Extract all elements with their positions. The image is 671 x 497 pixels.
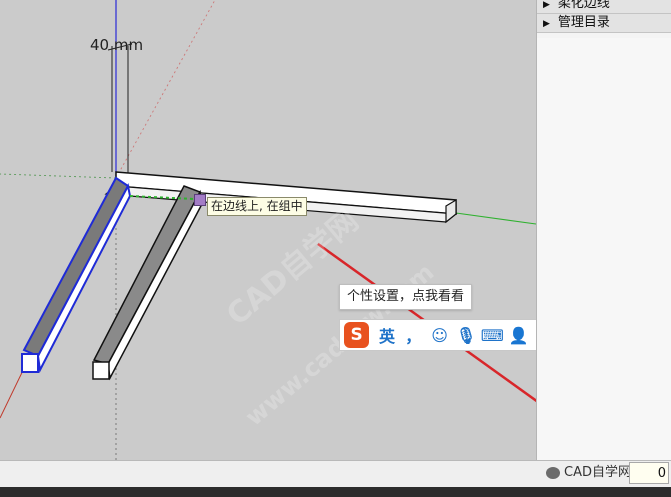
tray-body	[537, 38, 671, 460]
corner-watermark: CAD自学网	[546, 462, 631, 484]
user-icon[interactable]: 👤	[507, 323, 530, 347]
tray-item-label: 管理目录	[557, 15, 610, 30]
corner-watermark-text: CAD自学网	[564, 465, 631, 480]
language-toggle-icon[interactable]: 英	[375, 323, 398, 347]
red-axis-negative	[115, 0, 216, 179]
group-leg-end[interactable]	[92, 361, 110, 380]
snap-cursor-icon	[194, 194, 206, 206]
wechat-icon	[546, 466, 560, 479]
modeling-viewport[interactable]: 40 mm 在边线上, 在组中 CAD自学网 www.cadzxw.com	[0, 0, 536, 460]
inference-tooltip: 在边线上, 在组中	[207, 197, 307, 216]
default-tray: ▶ 柔化边线 ▶ 管理目录	[536, 0, 671, 460]
sogou-logo-icon[interactable]: S	[344, 322, 370, 348]
microphone-icon[interactable]: 🎙	[454, 323, 477, 347]
punctuation-icon[interactable]: ，	[402, 323, 425, 347]
taskbar-strip	[0, 487, 671, 497]
annotation-arrow-line	[317, 242, 536, 403]
expand-arrow-icon[interactable]: ▶	[543, 0, 550, 10]
selected-leg-end[interactable]	[21, 353, 39, 373]
scene-canvas[interactable]	[0, 0, 536, 460]
keyboard-icon[interactable]: ⌨	[481, 323, 504, 347]
emoji-icon[interactable]: ☺	[428, 323, 451, 347]
expand-arrow-icon[interactable]: ▶	[543, 19, 550, 29]
green-axis-negative	[0, 173, 117, 179]
ime-settings-tip[interactable]: 个性设置，点我看看	[339, 284, 473, 310]
green-axis	[455, 212, 536, 225]
group-leg-face[interactable]	[107, 189, 203, 381]
tray-item-soften-edges[interactable]: ▶ 柔化边线	[537, 0, 671, 14]
measurements-box[interactable]: 0	[629, 462, 669, 484]
tray-item-label: 柔化边线	[557, 0, 610, 11]
dimension-label: 40 mm	[90, 36, 144, 54]
tray-item-outliner[interactable]: ▶ 管理目录	[537, 14, 671, 33]
